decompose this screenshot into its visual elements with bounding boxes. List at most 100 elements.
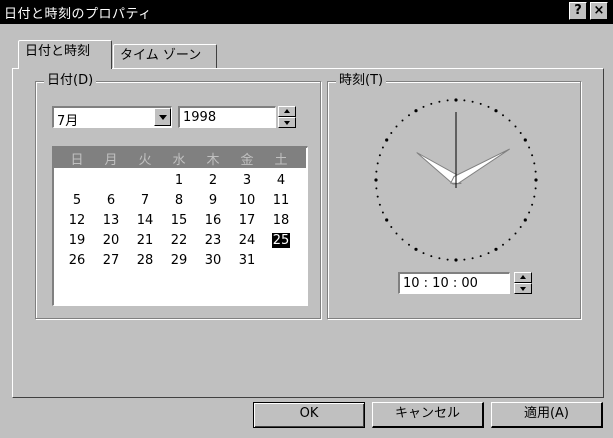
title-bar[interactable]: 日付と時刻のプロパティ ? ×: [0, 0, 613, 24]
clock-tick: [471, 100, 474, 103]
calendar-day[interactable]: 3: [230, 172, 264, 190]
year-down-arrow-icon[interactable]: [278, 117, 296, 128]
calendar-day-number: 11: [272, 193, 290, 208]
calendar-day-number: 19: [68, 233, 86, 248]
ok-button[interactable]: OK: [253, 402, 365, 428]
calendar-day[interactable]: 12: [60, 212, 94, 230]
calendar-day[interactable]: 11: [264, 192, 298, 210]
clock-tick: [422, 105, 425, 108]
month-dropdown[interactable]: 7月: [52, 106, 172, 129]
calendar-day[interactable]: 15: [162, 212, 196, 230]
clock-tick: [446, 258, 449, 261]
clock-tick: [463, 99, 466, 102]
clock-tick: [502, 243, 504, 246]
calendar-day[interactable]: 4: [264, 172, 298, 190]
year-input[interactable]: 1998: [178, 106, 276, 128]
calendar-day-number: 15: [170, 213, 188, 228]
calendar-day[interactable]: 14: [128, 212, 162, 230]
help-button[interactable]: ?: [569, 2, 587, 20]
calendar-day[interactable]: 21: [128, 232, 162, 250]
calendar-weekday-label: 月: [104, 153, 118, 168]
calendar-day[interactable]: 1: [162, 172, 196, 190]
calendar-day-selected[interactable]: 25: [264, 232, 298, 250]
year-up-arrow-icon[interactable]: [278, 106, 296, 117]
time-spinner[interactable]: [514, 272, 532, 294]
calendar-day[interactable]: 7: [128, 192, 162, 210]
calendar-day-number: 22: [170, 233, 188, 248]
clock-tick: [533, 162, 536, 165]
calendar-day[interactable]: 28: [128, 252, 162, 270]
year-value: 1998: [183, 110, 217, 125]
calendar-day-number: 13: [102, 213, 120, 228]
calendar-day[interactable]: 18: [264, 212, 298, 230]
calendar-day[interactable]: 16: [196, 212, 230, 230]
calendar-day-number: 12: [68, 213, 86, 228]
calendar-day[interactable]: 24: [230, 232, 264, 250]
calendar-weekday-label: 土: [274, 153, 288, 168]
calendar-day[interactable]: 27: [94, 252, 128, 270]
clock-tick: [531, 203, 534, 206]
time-value: 10 : 10 : 00: [403, 276, 478, 291]
clock-tick: [519, 226, 522, 228]
calendar-day[interactable]: 23: [196, 232, 230, 250]
tab-date-time[interactable]: 日付と時刻: [18, 40, 112, 71]
clock-tick: [454, 258, 458, 262]
clock-tick: [375, 187, 378, 190]
calendar-day-number: 26: [68, 253, 86, 268]
clock-tick: [438, 257, 441, 260]
calendar-day[interactable]: 2: [196, 172, 230, 190]
clock-tick: [479, 102, 482, 105]
apply-button[interactable]: 適用(A): [491, 402, 603, 428]
calendar-day-number: 3: [242, 173, 252, 188]
calendar-day[interactable]: 9: [196, 192, 230, 210]
calendar-day-number: 27: [102, 253, 120, 268]
calendar-day-number: 20: [102, 233, 120, 248]
clock-tick: [378, 203, 381, 206]
clock-tick: [502, 114, 504, 117]
calendar-day[interactable]: 19: [60, 232, 94, 250]
cancel-button[interactable]: キャンセル: [372, 402, 484, 428]
time-down-arrow-icon[interactable]: [514, 283, 532, 294]
calendar-day[interactable]: 30: [196, 252, 230, 270]
clock-tick: [390, 226, 393, 228]
calendar-day[interactable]: 13: [94, 212, 128, 230]
calendar-day[interactable]: 5: [60, 192, 94, 210]
tab-time-zone[interactable]: タイム ゾーン: [113, 44, 217, 68]
calendar-day[interactable]: 29: [162, 252, 196, 270]
time-up-arrow-icon[interactable]: [514, 272, 532, 283]
clock-tick: [374, 178, 378, 182]
clock-tick: [487, 105, 490, 108]
calendar-day[interactable]: 31: [230, 252, 264, 270]
time-group-label: 時刻(T): [336, 73, 387, 89]
clock-tick: [385, 218, 389, 222]
calendar-grid[interactable]: 日月火水木金土 1 2 3 4 5 6 7 8 9 10 11 12 13 14 15 16 17 18 19 20 2…: [52, 146, 308, 306]
clock-tick: [395, 125, 398, 128]
calendar-day-number: 7: [140, 193, 150, 208]
clock-tick: [446, 99, 449, 102]
close-button[interactable]: ×: [590, 2, 608, 20]
clock-tick: [430, 102, 433, 105]
clock-tick: [519, 132, 522, 134]
clock-tick: [528, 146, 531, 149]
clock-tick: [414, 247, 418, 251]
calendar-day-number: 6: [106, 193, 116, 208]
calendar-day[interactable]: 6: [94, 192, 128, 210]
year-spinner[interactable]: [278, 106, 296, 128]
date-group: 日付(D) 7月 1998 日月火水木金土 1 2 3 4 5 6 7 8 9 10 11 12 13 1…: [35, 73, 321, 319]
calendar-day[interactable]: 20: [94, 232, 128, 250]
month-dropdown-arrow-icon[interactable]: [154, 108, 171, 126]
calendar-day[interactable]: 10: [230, 192, 264, 210]
calendar-day[interactable]: 22: [162, 232, 196, 250]
calendar-day[interactable]: 8: [162, 192, 196, 210]
time-group: 時刻(T) 10 : 10 : 00: [327, 73, 581, 319]
calendar-weekday-label: 日: [70, 153, 84, 168]
clock-tick: [390, 132, 393, 134]
calendar-day-number: 9: [208, 193, 218, 208]
calendar-day[interactable]: 26: [60, 252, 94, 270]
calendar-weekday-label: 水: [172, 153, 186, 168]
calendar-day[interactable]: 17: [230, 212, 264, 230]
calendar-day-number: 10: [238, 193, 256, 208]
clock-tick: [471, 257, 474, 260]
time-input[interactable]: 10 : 10 : 00: [398, 272, 510, 294]
clock-tick: [438, 100, 441, 103]
